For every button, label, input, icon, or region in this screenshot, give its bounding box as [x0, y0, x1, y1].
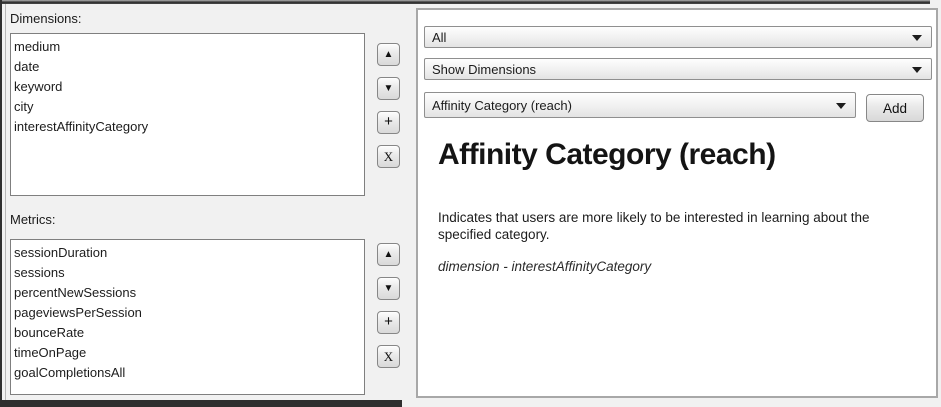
add-button[interactable]: Add: [866, 94, 924, 122]
dimensions-move-up-button[interactable]: ▲: [377, 43, 400, 66]
dimensions-remove-button[interactable]: X: [377, 145, 400, 168]
list-item[interactable]: medium: [14, 37, 364, 57]
list-item[interactable]: goalCompletionsAll: [14, 363, 364, 383]
detail-panel: All Show Dimensions Affinity Category (r…: [416, 8, 938, 398]
list-item[interactable]: bounceRate: [14, 323, 364, 343]
window-bottom-border: [0, 400, 402, 407]
metrics-remove-button[interactable]: X: [377, 345, 400, 368]
down-arrow-icon: ▼: [384, 84, 394, 94]
show-dimensions-dropdown-value: Show Dimensions: [432, 62, 536, 77]
detail-dimension-meta: dimension - interestAffinityCategory: [438, 259, 651, 274]
plus-icon: +: [384, 114, 393, 129]
show-dimensions-dropdown[interactable]: Show Dimensions: [424, 58, 932, 80]
metrics-listbox[interactable]: sessionDuration sessions percentNewSessi…: [10, 239, 365, 395]
list-item[interactable]: city: [14, 97, 364, 117]
list-item[interactable]: sessions: [14, 263, 364, 283]
dimension-select-dropdown[interactable]: Affinity Category (reach): [424, 92, 856, 118]
metrics-move-up-button[interactable]: ▲: [377, 243, 400, 266]
up-arrow-icon: ▲: [384, 250, 394, 260]
dimensions-add-button[interactable]: +: [377, 111, 400, 134]
detail-title: Affinity Category (reach): [438, 138, 776, 172]
window-left-border: [0, 0, 2, 407]
filter-dropdown[interactable]: All: [424, 26, 932, 48]
metrics-move-down-button[interactable]: ▼: [377, 277, 400, 300]
list-item[interactable]: keyword: [14, 77, 364, 97]
x-icon: X: [384, 150, 393, 163]
dimensions-listbox[interactable]: medium date keyword city interestAffinit…: [10, 33, 365, 196]
dropdown-arrow-icon: [836, 103, 846, 109]
metrics-add-button[interactable]: +: [377, 311, 400, 334]
dropdown-arrow-icon: [912, 67, 922, 73]
window-top-border: [0, 0, 930, 4]
filter-dropdown-value: All: [432, 30, 446, 45]
list-item[interactable]: pageviewsPerSession: [14, 303, 364, 323]
list-item[interactable]: interestAffinityCategory: [14, 117, 364, 137]
list-item[interactable]: timeOnPage: [14, 343, 364, 363]
report-builder-window: Dimensions: medium date keyword city int…: [0, 0, 941, 407]
down-arrow-icon: ▼: [384, 284, 394, 294]
up-arrow-icon: ▲: [384, 50, 394, 60]
dimensions-label: Dimensions:: [10, 11, 82, 26]
dimensions-move-down-button[interactable]: ▼: [377, 77, 400, 100]
metrics-label: Metrics:: [10, 212, 56, 227]
window-left-inner-line: [5, 4, 6, 400]
dimension-select-dropdown-value: Affinity Category (reach): [432, 98, 572, 113]
list-item[interactable]: percentNewSessions: [14, 283, 364, 303]
list-item[interactable]: date: [14, 57, 364, 77]
dropdown-arrow-icon: [912, 35, 922, 41]
list-item[interactable]: sessionDuration: [14, 243, 364, 263]
detail-description: Indicates that users are more likely to …: [438, 209, 916, 243]
x-icon: X: [384, 350, 393, 363]
plus-icon: +: [384, 314, 393, 329]
